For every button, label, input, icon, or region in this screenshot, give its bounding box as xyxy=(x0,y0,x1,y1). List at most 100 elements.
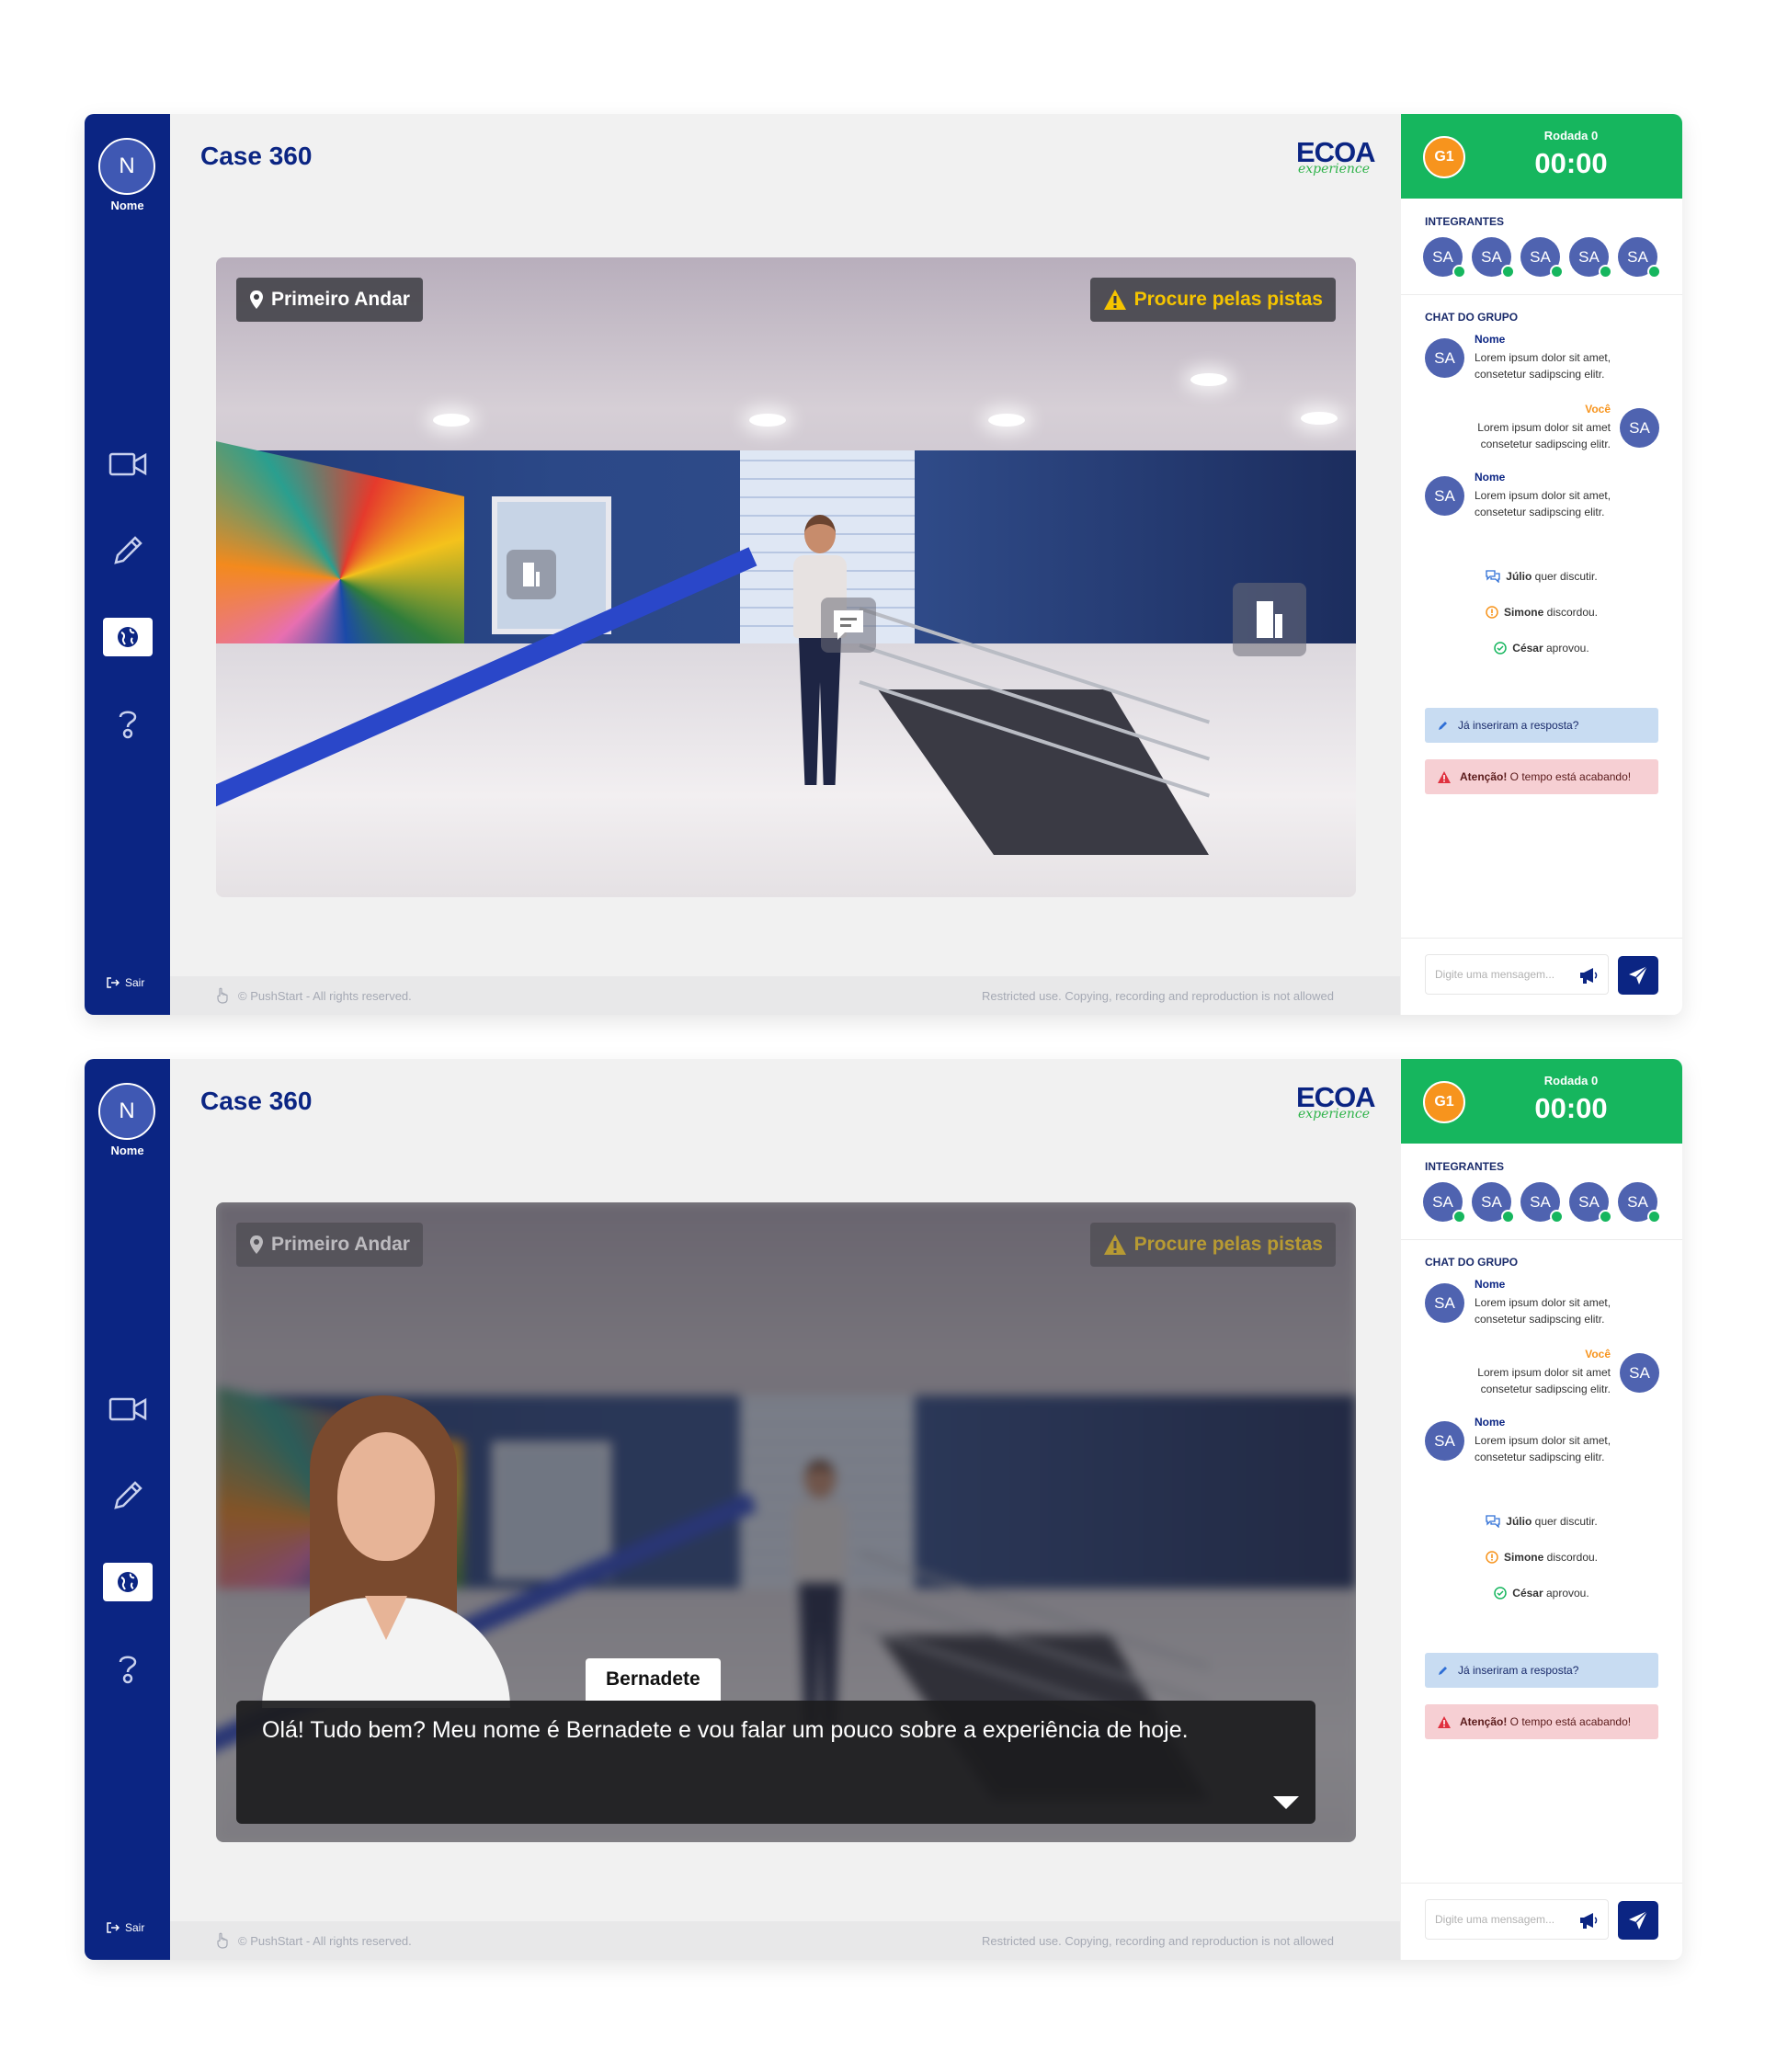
event-discuss: Júlio quer discutir. xyxy=(1401,1515,1682,1528)
triangle-warning-icon xyxy=(1438,1715,1451,1728)
panorama-scene[interactable] xyxy=(216,257,1356,897)
dialog-text: Olá! Tudo bem? Meu nome é Bernadete e vo… xyxy=(262,1717,1189,1743)
message-text: Lorem ipsum dolor sit amet consetetur sa… xyxy=(1477,1366,1611,1395)
map-pin-icon xyxy=(250,290,263,309)
nav-360-button[interactable] xyxy=(103,1563,153,1601)
alert-answer-reminder: Já inseriram a resposta? xyxy=(1425,1653,1658,1688)
round-timer: 00:00 xyxy=(1534,147,1608,179)
nav-help-button[interactable] xyxy=(103,704,153,743)
member-avatar[interactable]: SA xyxy=(1569,237,1612,279)
dialog-hotspot[interactable] xyxy=(821,598,876,653)
door-hotspot-right[interactable] xyxy=(1233,583,1306,656)
sender-name: Nome xyxy=(1475,333,1506,346)
chat-icon xyxy=(1486,1515,1500,1528)
member-avatar[interactable]: SA xyxy=(1472,1182,1515,1224)
group-panel: G1 Rodada 0 00:00 INTEGRANTES SA SA SA S… xyxy=(1401,114,1682,1015)
group-panel: G1 Rodada 0 00:00 INTEGRANTES SA SA SA S… xyxy=(1401,1059,1682,1960)
footer-copyright: © PushStart - All rights reserved. xyxy=(238,988,412,1003)
user-name: Nome xyxy=(110,199,144,212)
door-icon xyxy=(523,563,540,586)
help-icon xyxy=(119,1656,137,1684)
user-avatar[interactable]: N xyxy=(98,138,155,195)
pencil-icon xyxy=(114,536,142,564)
logout-button[interactable]: Sair xyxy=(107,976,144,989)
chat-input[interactable] xyxy=(1435,1913,1573,1926)
pencil-icon xyxy=(114,1481,142,1509)
globe-icon xyxy=(118,1572,138,1592)
send-button[interactable] xyxy=(1618,956,1658,995)
sender-name: Você xyxy=(1585,1348,1611,1360)
message-text: Lorem ipsum dolor sit amet, consetetur s… xyxy=(1475,489,1611,518)
check-circle-icon xyxy=(1494,642,1508,655)
left-sidebar: N Nome Sair xyxy=(85,114,170,1015)
sender-avatar: SA xyxy=(1425,338,1464,378)
video-camera-icon xyxy=(108,452,147,476)
alert-time-warning: Atenção! O tempo está acabando! xyxy=(1425,1704,1658,1739)
members-label: INTEGRANTES xyxy=(1425,215,1505,228)
speaker-name: Bernadete xyxy=(586,1658,721,1701)
member-avatar[interactable]: SA xyxy=(1618,237,1661,279)
panorama-viewer[interactable]: Primeiro Andar Procure pelas pistas xyxy=(216,257,1356,897)
speaker-portrait xyxy=(262,1395,510,1708)
group-badge: G1 xyxy=(1423,1081,1465,1123)
warning-icon xyxy=(1103,290,1126,310)
video-camera-icon xyxy=(108,1397,147,1421)
sender-avatar: SA xyxy=(1620,1353,1659,1393)
triangle-warning-icon xyxy=(1438,770,1451,783)
left-sidebar: N Nome Sair xyxy=(85,1059,170,1960)
event-approve: César aprovou. xyxy=(1401,1587,1682,1600)
dialog-next-arrow-icon[interactable] xyxy=(1273,1796,1299,1809)
sender-avatar: SA xyxy=(1425,1283,1464,1323)
megaphone-icon[interactable] xyxy=(1578,966,1599,985)
dialog-box[interactable]: Olá! Tudo bem? Meu nome é Bernadete e vo… xyxy=(236,1701,1315,1824)
member-avatar[interactable]: SA xyxy=(1520,237,1564,279)
message-text: Lorem ipsum dolor sit amet consetetur sa… xyxy=(1477,421,1611,450)
message-field xyxy=(1425,1899,1609,1940)
user-avatar[interactable]: N xyxy=(98,1083,155,1140)
chat-input[interactable] xyxy=(1435,968,1573,981)
member-avatar[interactable]: SA xyxy=(1423,237,1466,279)
sender-name: Nome xyxy=(1475,1416,1506,1429)
round-label: Rodada 0 xyxy=(1543,129,1599,142)
warning-icon xyxy=(1103,1235,1126,1255)
event-approve: César aprovou. xyxy=(1401,642,1682,655)
nav-edit-button[interactable] xyxy=(103,1476,153,1515)
globe-icon xyxy=(118,627,138,647)
send-icon xyxy=(1629,1910,1648,1930)
app-screen-explore: N Nome Sair Case 360 ECOA experience Pri… xyxy=(85,114,1682,1015)
nav-help-button[interactable] xyxy=(103,1649,153,1688)
pencil-small-icon xyxy=(1439,1667,1447,1675)
page-title: Case 360 xyxy=(200,142,313,170)
sender-name: Nome xyxy=(1475,1278,1506,1291)
member-avatar[interactable]: SA xyxy=(1569,1182,1612,1224)
logout-icon xyxy=(107,1922,120,1933)
member-avatar[interactable]: SA xyxy=(1618,1182,1661,1224)
member-avatar[interactable]: SA xyxy=(1472,237,1515,279)
megaphone-icon[interactable] xyxy=(1578,1911,1599,1930)
message-text: Lorem ipsum dolor sit amet, consetetur s… xyxy=(1475,1296,1611,1326)
footer-restriction: Restricted use. Copying, recording and r… xyxy=(982,1933,1334,1948)
footer: © PushStart - All rights reserved. Restr… xyxy=(170,1921,1400,1960)
member-avatar[interactable]: SA xyxy=(1423,1182,1466,1224)
nav-360-button[interactable] xyxy=(103,618,153,656)
nav-edit-button[interactable] xyxy=(103,531,153,570)
round-timer: 00:00 xyxy=(1534,1092,1608,1124)
page-title: Case 360 xyxy=(200,1087,313,1115)
member-avatar[interactable]: SA xyxy=(1520,1182,1564,1224)
door-icon xyxy=(1257,601,1282,638)
footer-restriction: Restricted use. Copying, recording and r… xyxy=(982,988,1334,1003)
alert-circle-icon xyxy=(1486,606,1498,619)
send-icon xyxy=(1629,965,1648,985)
door-hotspot-left[interactable] xyxy=(507,550,556,599)
ecoa-logo: ECOA experience xyxy=(1296,136,1376,176)
send-button[interactable] xyxy=(1618,1901,1658,1940)
group-badge: G1 xyxy=(1423,136,1465,178)
nav-video-button[interactable] xyxy=(103,1390,153,1429)
alert-answer-reminder: Já inseriram a resposta? xyxy=(1425,708,1658,743)
nav-video-button[interactable] xyxy=(103,445,153,484)
panorama-viewer[interactable]: Primeiro Andar Procure pelas pistas Bern… xyxy=(216,1202,1356,1842)
hand-icon xyxy=(217,1932,228,1949)
logout-button[interactable]: Sair xyxy=(107,1921,144,1934)
help-icon xyxy=(119,711,137,739)
message-field xyxy=(1425,954,1609,995)
